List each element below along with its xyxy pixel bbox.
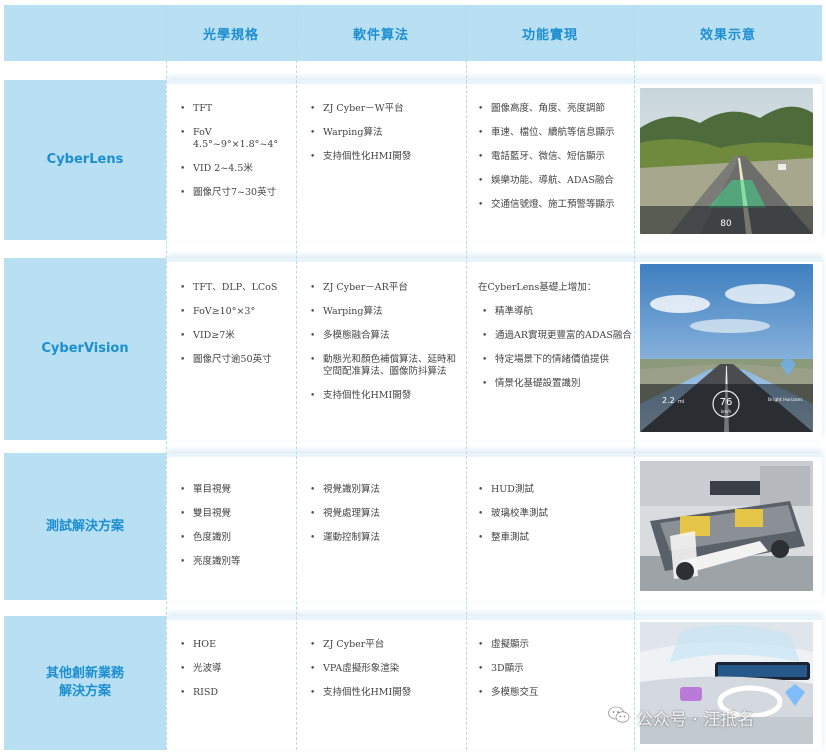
list-item: Warping算法: [306, 127, 464, 139]
cyberlens-optical: TFT FoV 4.5°~9°×1.8°~4° VID 2~4.5米 圖像尺寸7…: [176, 103, 294, 211]
list-item: VID 2~4.5米: [176, 163, 294, 175]
testing-software: 視覺識別算法 視覺處理算法 運動控制算法: [306, 484, 464, 556]
list-item: 運動控制算法: [306, 532, 464, 544]
list-item: 車速、檔位、續航等信息顯示: [474, 127, 634, 139]
list-item: 色度識別: [176, 532, 294, 544]
list-item: ZJ Cyber－AR平台: [306, 282, 464, 294]
list-item: VPA虛擬形象渲染: [306, 663, 464, 675]
list-item: ZJ Cyber－W平台: [306, 103, 464, 115]
list-item: FoV 4.5°~9°×1.8°~4°: [176, 127, 294, 151]
list-item: 圖像尺寸逾50英寸: [176, 354, 294, 366]
testing-functions: HUD測試 玻璃校準測試 整車測試: [474, 484, 634, 556]
header-functions: 功能實現: [521, 27, 578, 43]
list-item: 通過AR實現更豐富的ADAS融合: [478, 330, 634, 342]
cyberlens-software: ZJ Cyber－W平台 Warping算法 支持個性化HMI開發: [306, 103, 464, 175]
list-item: 精準導航: [478, 306, 634, 318]
list-item: HUD測試: [474, 484, 634, 496]
list-item: TFT: [176, 103, 294, 115]
list-item: 亮度識別等: [176, 556, 294, 568]
column-divider: [634, 5, 635, 750]
column-divider: [296, 5, 297, 750]
list-item: 虛擬顯示: [474, 639, 634, 651]
row-label-cybervision: CyberVision: [4, 258, 166, 440]
row-label-innovation: 其他創新業務 解決方案: [4, 616, 166, 750]
header-optical: 光學規格: [202, 27, 259, 43]
watermark-text: 公众号 · 汪抵名: [636, 710, 755, 730]
ar-music-text: Bright Horizons: [768, 397, 803, 403]
hud-road-image: 80: [640, 88, 813, 234]
cybervision-software: ZJ Cyber－AR平台 Warping算法 多模態融合算法 動態光和顏色補償…: [306, 282, 464, 414]
cyberlens-functions: 圖像高度、角度、亮度調節 車速、檔位、續航等信息顯示 電話藍牙、微信、短信顯示 …: [474, 103, 634, 223]
list-item: 電話藍牙、微信、短信顯示: [474, 151, 634, 163]
list-item: Warping算法: [306, 306, 464, 318]
list-item: 光波導: [176, 663, 294, 675]
test-rig-image: [640, 461, 813, 591]
row-label-testing: 測試解決方案: [4, 453, 166, 600]
list-item: 特定場景下的情緒價值提供: [478, 354, 634, 366]
hud-speed-text: 80: [720, 219, 732, 229]
list-item: 雙目視覺: [176, 508, 294, 520]
list-item: ZJ Cyber平台: [306, 639, 464, 651]
list-item: HOE: [176, 639, 294, 651]
innovation-optical: HOE 光波導 RISD: [176, 639, 294, 711]
list-item: 圖像高度、角度、亮度調節: [474, 103, 634, 115]
list-item: 情景化基礎設置識別: [478, 378, 634, 390]
testing-optical: 單目視覺 雙目視覺 色度識別 亮度識別等: [176, 484, 294, 580]
ar-speed-unit: km/h: [721, 409, 732, 414]
list-item: 視覺識別算法: [306, 484, 464, 496]
header-software: 軟件算法: [352, 27, 409, 43]
list-item: VID≥7米: [176, 330, 294, 342]
list-item: 支持個性化HMI開發: [306, 151, 464, 163]
ar-distance-unit: mi: [678, 399, 684, 405]
list-item: 支持個性化HMI開發: [306, 687, 464, 699]
column-divider: [466, 5, 467, 750]
list-item: TFT、DLP、LCoS: [176, 282, 294, 294]
wechat-icon: [608, 706, 630, 729]
list-item: 多模態融合算法: [306, 330, 464, 342]
innovation-functions: 虛擬顯示 3D顯示 多模態交互: [474, 639, 634, 711]
row-label-cyberlens: CyberLens: [4, 80, 166, 240]
list-item: 玻璃校準測試: [474, 508, 634, 520]
innovation-software: ZJ Cyber平台 VPA虛擬形象渲染 支持個性化HMI開發: [306, 639, 464, 711]
list-item: 視覺處理算法: [306, 508, 464, 520]
list-item: 支持個性化HMI開發: [306, 390, 464, 402]
functions-intro: 在CyberLens基礎上增加：: [478, 282, 597, 293]
list-item: 娛樂功能、導航、ADAS融合: [474, 175, 634, 187]
cybervision-functions: 在CyberLens基礎上增加： 精準導航 通過AR實現更豐富的ADAS融合 特…: [478, 282, 634, 402]
header-effect: 效果示意: [699, 27, 756, 43]
list-item: 動態光和顏色補償算法、延時和空間配准算法、圖像防抖算法: [306, 354, 464, 378]
column-divider: [166, 5, 167, 750]
ar-hud-image: 76 km/h 2.2 mi Bright Horizons: [640, 264, 813, 432]
list-item: 多模態交互: [474, 687, 634, 699]
ar-speed-text: 76: [720, 397, 733, 408]
list-item: 交通信號燈、施工預警等顯示: [474, 199, 634, 211]
list-item: 單目視覺: [176, 484, 294, 496]
list-item: 整車測試: [474, 532, 634, 544]
ar-distance-text: 2.2: [662, 396, 675, 405]
list-item: FoV≥10°×3°: [176, 306, 294, 318]
cybervision-optical: TFT、DLP、LCoS FoV≥10°×3° VID≥7米 圖像尺寸逾50英寸: [176, 282, 294, 378]
list-item: 圖像尺寸7~30英寸: [176, 187, 294, 199]
watermark: 公众号 · 汪抵名: [608, 705, 754, 730]
list-item: RISD: [176, 687, 294, 699]
list-item: 3D顯示: [474, 663, 634, 675]
